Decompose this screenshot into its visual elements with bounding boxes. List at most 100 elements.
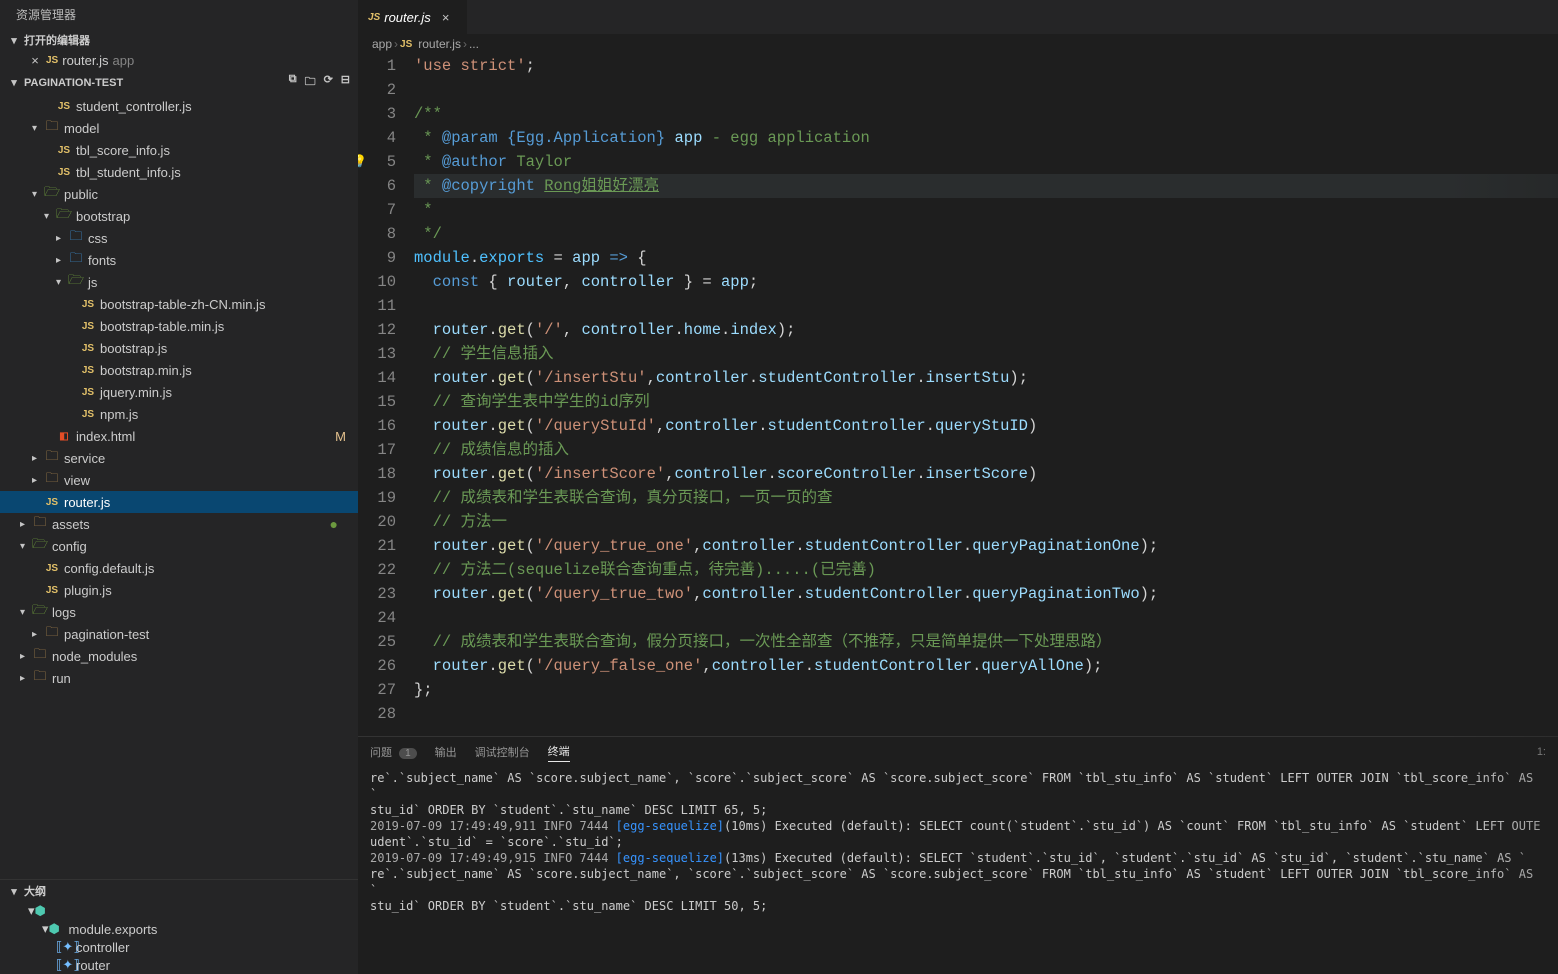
editor-tab[interactable]: JS router.js × [358, 0, 468, 34]
code-line[interactable]: }; [414, 678, 1558, 702]
tree-item[interactable]: JSconfig.default.js [0, 557, 358, 579]
tree-item[interactable]: ▾🗀model [0, 117, 358, 139]
code-line[interactable]: router.get('/', controller.home.index); [414, 318, 1558, 342]
tree-item[interactable]: JSbootstrap.js [0, 337, 358, 359]
code-line[interactable]: // 成绩信息的插入 [414, 438, 1558, 462]
outline-item[interactable]: ▾⬢ [0, 902, 358, 920]
chevron-right-icon: › [394, 37, 398, 51]
tree-item[interactable]: ▾🗁logs [0, 601, 358, 623]
tree-item[interactable]: ▸🗀fonts [0, 249, 358, 271]
code-line[interactable]: router.get('/query_false_one',controller… [414, 654, 1558, 678]
tree-item[interactable]: JSbootstrap.min.js [0, 359, 358, 381]
open-editor-item[interactable]: × JS router.js app [0, 51, 358, 70]
code-line[interactable]: */ [414, 222, 1558, 246]
collapse-icon[interactable]: ⊟ [341, 73, 350, 92]
outline-item[interactable]: ⟦✦⟧router [0, 956, 358, 974]
tree-item[interactable]: JSnpm.js [0, 403, 358, 425]
open-editors-header[interactable]: ▾ 打开的编辑器 [0, 29, 358, 51]
chevron-right-icon: › [463, 37, 467, 51]
editor-area: JS router.js × app › JS router.js › ... … [358, 0, 1558, 974]
lightbulb-icon[interactable]: 💡 [358, 150, 367, 174]
tree-item[interactable]: JSbootstrap-table.min.js [0, 315, 358, 337]
code-line[interactable]: router.get('/insertScore',controller.sco… [414, 462, 1558, 486]
code-line[interactable] [414, 78, 1558, 102]
tree-item[interactable]: ▸🗀pagination-test [0, 623, 358, 645]
js-file-icon: JS [80, 409, 96, 420]
tree-item[interactable]: ▸🗀run [0, 667, 358, 689]
code-line[interactable]: // 方法一 [414, 510, 1558, 534]
breadcrumb-item[interactable]: app [372, 37, 392, 51]
chevron-icon: ▾ [20, 541, 30, 552]
new-folder-icon[interactable]: 🗀 [305, 73, 316, 92]
line-number: 15 [358, 390, 396, 414]
tree-item-label: assets [52, 517, 90, 532]
code-line[interactable]: // 成绩表和学生表联合查询，真分页接口，一页一页的查 [414, 486, 1558, 510]
code-line[interactable]: // 成绩表和学生表联合查询，假分页接口，一次性全部查（不推荐，只是简单提供一下… [414, 630, 1558, 654]
code-line[interactable]: router.get('/query_true_one',controller.… [414, 534, 1558, 558]
code-line[interactable]: * @author Taylor [414, 150, 1558, 174]
open-editors-label: 打开的编辑器 [24, 32, 90, 48]
line-number: 21 [358, 534, 396, 558]
close-icon[interactable]: × [28, 53, 42, 68]
breadcrumb[interactable]: app › JS router.js › ... [358, 34, 1558, 54]
outline-item[interactable]: ▾⬢module.exports [0, 920, 358, 938]
new-file-icon[interactable]: ⧉ [289, 73, 297, 92]
folder-open-icon: 🗁 [44, 183, 60, 205]
breadcrumb-item[interactable]: router.js [418, 37, 461, 51]
code-line[interactable] [414, 294, 1558, 318]
code-line[interactable]: router.get('/insertStu',controller.stude… [414, 366, 1558, 390]
terminal-output[interactable]: re`.`subject_name` AS `score.subject_nam… [358, 766, 1558, 974]
code-editor[interactable]: 1234💡56789101112131415161718192021222324… [358, 54, 1558, 736]
tab-terminal[interactable]: 终端 [548, 741, 570, 762]
code-line[interactable]: // 方法二(sequelize联合查询重点，待完善).....(已完善) [414, 558, 1558, 582]
tree-item[interactable]: JSjquery.min.js [0, 381, 358, 403]
chevron-icon: ▸ [32, 629, 42, 640]
outline-header[interactable]: ▾ 大纲 [0, 880, 358, 902]
tree-item[interactable]: ▸🗀node_modules [0, 645, 358, 667]
refresh-icon[interactable]: ⟳ [324, 73, 333, 92]
tree-item[interactable]: ▸🗀service [0, 447, 358, 469]
tree-item[interactable]: ▾🗁config [0, 535, 358, 557]
code-line[interactable]: // 查询学生表中学生的id序列 [414, 390, 1558, 414]
code-content[interactable]: 'use strict'; /** * @param {Egg.Applicati… [414, 54, 1558, 736]
line-number: 24 [358, 606, 396, 630]
tree-item[interactable]: ▾🗁public [0, 183, 358, 205]
terminal-selector[interactable]: 1: [1537, 746, 1546, 758]
open-editor-path: app [112, 53, 134, 68]
tree-item[interactable]: JStbl_student_info.js [0, 161, 358, 183]
code-line[interactable]: /** [414, 102, 1558, 126]
code-line[interactable]: router.get('/query_true_two',controller.… [414, 582, 1558, 606]
terminal-line: udent`.`stu_id` = `score`.`stu_id`; [370, 834, 1546, 850]
code-line[interactable]: 'use strict'; [414, 54, 1558, 78]
code-line[interactable]: // 学生信息插入 [414, 342, 1558, 366]
code-line[interactable] [414, 702, 1558, 726]
breadcrumb-item[interactable]: ... [469, 37, 479, 51]
folder-open-icon: 🗁 [56, 205, 72, 227]
tree-item[interactable]: JSbootstrap-table-zh-CN.min.js [0, 293, 358, 315]
code-line[interactable]: router.get('/queryStuId',controller.stud… [414, 414, 1558, 438]
tree-item[interactable]: JSplugin.js [0, 579, 358, 601]
code-line[interactable]: * @copyright Rong姐姐好漂亮 [414, 174, 1558, 198]
tree-item[interactable]: JSstudent_controller.js [0, 95, 358, 117]
variable-icon: ⟦✦⟧ [56, 957, 72, 973]
tab-debug[interactable]: 调试控制台 [475, 742, 530, 762]
tree-item-label: bootstrap [76, 209, 130, 224]
outline-item[interactable]: ⟦✦⟧controller [0, 938, 358, 956]
close-icon[interactable]: × [439, 10, 453, 25]
code-line[interactable]: * [414, 198, 1558, 222]
tree-item[interactable]: JSrouter.js [0, 491, 358, 513]
code-line[interactable]: * @param {Egg.Application} app - egg app… [414, 126, 1558, 150]
tree-item[interactable]: ◧index.htmlM [0, 425, 358, 447]
code-line[interactable]: const { router, controller } = app; [414, 270, 1558, 294]
tree-item[interactable]: ▾🗁js [0, 271, 358, 293]
tree-item[interactable]: ▸🗀css [0, 227, 358, 249]
code-line[interactable]: module.exports = app => { [414, 246, 1558, 270]
code-line[interactable] [414, 606, 1558, 630]
tab-output[interactable]: 输出 [435, 742, 457, 762]
tree-item[interactable]: ▾🗁bootstrap [0, 205, 358, 227]
tree-item[interactable]: ▸🗀view [0, 469, 358, 491]
tree-item[interactable]: JStbl_score_info.js [0, 139, 358, 161]
tab-problems[interactable]: 问题 1 [370, 742, 417, 762]
project-header[interactable]: ▾ PAGINATION-TEST ⧉ 🗀 ⟳ ⊟ [0, 70, 358, 95]
tree-item[interactable]: ▸🗀assets● [0, 513, 358, 535]
